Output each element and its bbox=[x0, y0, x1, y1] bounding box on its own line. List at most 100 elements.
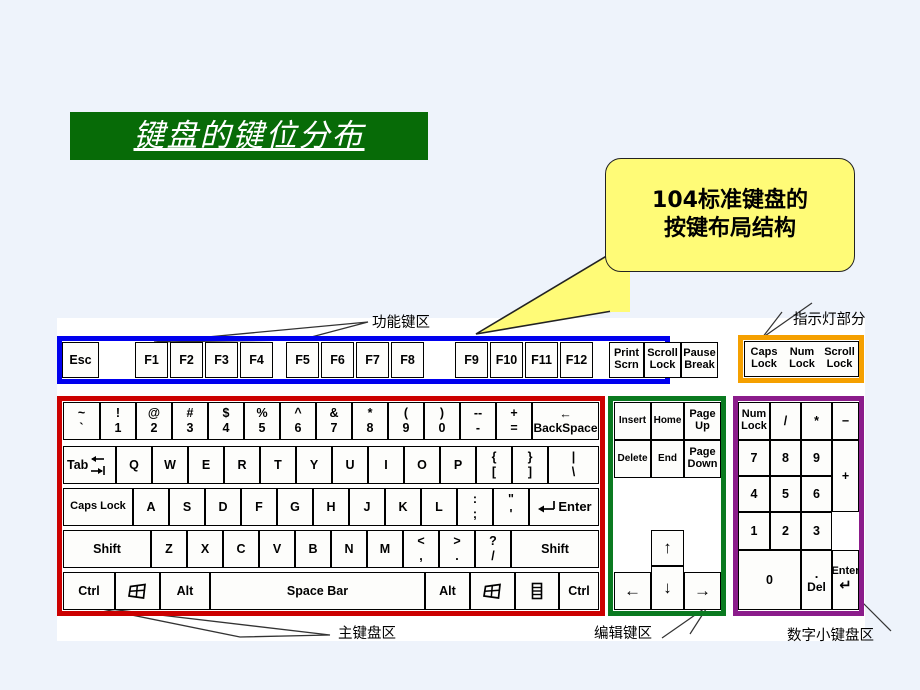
key-numpad-6[interactable]: 6 bbox=[801, 476, 832, 512]
key-o[interactable]: O bbox=[404, 446, 440, 484]
key-ctrl-left[interactable]: Ctrl bbox=[63, 572, 115, 610]
key-x[interactable]: X bbox=[187, 530, 223, 568]
key-f11[interactable]: F11 bbox=[525, 342, 558, 378]
key-numpad-1[interactable]: 1 bbox=[738, 512, 770, 550]
key-windows-left[interactable] bbox=[115, 572, 160, 610]
key-numpad-minus[interactable]: − bbox=[832, 402, 859, 440]
key-2[interactable]: @ 2 bbox=[136, 402, 172, 440]
key-e[interactable]: E bbox=[188, 446, 224, 484]
key-q[interactable]: Q bbox=[116, 446, 152, 484]
key-alt-left[interactable]: Alt bbox=[160, 572, 210, 610]
key-a[interactable]: A bbox=[133, 488, 169, 526]
key-numpad-2[interactable]: 2 bbox=[770, 512, 801, 550]
key-esc[interactable]: Esc bbox=[62, 342, 99, 378]
key-slash[interactable]: ? / bbox=[475, 530, 511, 568]
key-b[interactable]: B bbox=[295, 530, 331, 568]
key-ctrl-right[interactable]: Ctrl bbox=[559, 572, 599, 610]
key-end[interactable]: End bbox=[651, 440, 684, 478]
key-j[interactable]: J bbox=[349, 488, 385, 526]
key-period[interactable]: > . bbox=[439, 530, 475, 568]
key-f5[interactable]: F5 bbox=[286, 342, 319, 378]
key-arrow-right[interactable]: → bbox=[684, 572, 721, 610]
key-g[interactable]: G bbox=[277, 488, 313, 526]
key-s[interactable]: S bbox=[169, 488, 205, 526]
key-k[interactable]: K bbox=[385, 488, 421, 526]
key-f6[interactable]: F6 bbox=[321, 342, 354, 378]
key-menu[interactable] bbox=[515, 572, 559, 610]
key-numpad-0[interactable]: 0 bbox=[738, 550, 801, 610]
key-windows-right[interactable] bbox=[470, 572, 515, 610]
key-backslash[interactable]: | \ bbox=[548, 446, 599, 484]
key-6[interactable]: ^ 6 bbox=[280, 402, 316, 440]
key-8[interactable]: * 8 bbox=[352, 402, 388, 440]
key-arrow-down[interactable]: ↓ bbox=[651, 566, 684, 610]
key-h[interactable]: H bbox=[313, 488, 349, 526]
key-f7[interactable]: F7 bbox=[356, 342, 389, 378]
key-caps-lock[interactable]: Caps Lock bbox=[63, 488, 133, 526]
key-4[interactable]: $ 4 bbox=[208, 402, 244, 440]
key-quote[interactable]: " ' bbox=[493, 488, 529, 526]
key-numpad-7[interactable]: 7 bbox=[738, 440, 770, 476]
key-y[interactable]: Y bbox=[296, 446, 332, 484]
key-numpad-9[interactable]: 9 bbox=[801, 440, 832, 476]
key-5[interactable]: % 5 bbox=[244, 402, 280, 440]
key-semicolon[interactable]: : ; bbox=[457, 488, 493, 526]
key-l[interactable]: L bbox=[421, 488, 457, 526]
key-insert[interactable]: Insert bbox=[614, 402, 651, 440]
key-scroll-lock[interactable]: Scroll Lock bbox=[644, 342, 681, 378]
key-arrow-up[interactable]: ↑ bbox=[651, 530, 684, 566]
key-f[interactable]: F bbox=[241, 488, 277, 526]
key-page-down[interactable]: Page Down bbox=[684, 440, 721, 478]
key-numpad-del[interactable]: . Del bbox=[801, 550, 832, 610]
key-comma[interactable]: < , bbox=[403, 530, 439, 568]
key-minus[interactable]: -- - bbox=[460, 402, 496, 440]
key-c[interactable]: C bbox=[223, 530, 259, 568]
key-p[interactable]: P bbox=[440, 446, 476, 484]
key-numpad-4[interactable]: 4 bbox=[738, 476, 770, 512]
key-shift-right[interactable]: Shift bbox=[511, 530, 599, 568]
key-tab[interactable]: Tab bbox=[63, 446, 116, 484]
key-right-bracket[interactable]: } ] bbox=[512, 446, 548, 484]
key-d[interactable]: D bbox=[205, 488, 241, 526]
key-numpad-enter[interactable]: Enter ↵ bbox=[832, 550, 859, 610]
key-print-screen[interactable]: Print Scrn bbox=[609, 342, 644, 378]
key-numpad-8[interactable]: 8 bbox=[770, 440, 801, 476]
key-3[interactable]: # 3 bbox=[172, 402, 208, 440]
key-left-bracket[interactable]: { [ bbox=[476, 446, 512, 484]
key-home[interactable]: Home bbox=[651, 402, 684, 440]
key-backquote[interactable]: ~ ` bbox=[63, 402, 100, 440]
key-equals[interactable]: + = bbox=[496, 402, 532, 440]
key-shift-left[interactable]: Shift bbox=[63, 530, 151, 568]
key-f9[interactable]: F9 bbox=[455, 342, 488, 378]
key-f8[interactable]: F8 bbox=[391, 342, 424, 378]
key-9[interactable]: ( 9 bbox=[388, 402, 424, 440]
key-numpad-5[interactable]: 5 bbox=[770, 476, 801, 512]
key-0[interactable]: ) 0 bbox=[424, 402, 460, 440]
key-i[interactable]: I bbox=[368, 446, 404, 484]
key-u[interactable]: U bbox=[332, 446, 368, 484]
key-f1[interactable]: F1 bbox=[135, 342, 168, 378]
key-r[interactable]: R bbox=[224, 446, 260, 484]
key-f2[interactable]: F2 bbox=[170, 342, 203, 378]
key-page-up[interactable]: Page Up bbox=[684, 402, 721, 440]
key-enter[interactable]: Enter bbox=[529, 488, 599, 526]
key-space-bar[interactable]: Space Bar bbox=[210, 572, 425, 610]
key-f12[interactable]: F12 bbox=[560, 342, 593, 378]
key-7[interactable]: & 7 bbox=[316, 402, 352, 440]
key-numpad-3[interactable]: 3 bbox=[801, 512, 832, 550]
key-num-lock[interactable]: Num Lock bbox=[738, 402, 770, 440]
key-numpad-multiply[interactable]: * bbox=[801, 402, 832, 440]
key-numpad-divide[interactable]: / bbox=[770, 402, 801, 440]
key-z[interactable]: Z bbox=[151, 530, 187, 568]
key-n[interactable]: N bbox=[331, 530, 367, 568]
key-v[interactable]: V bbox=[259, 530, 295, 568]
key-backspace[interactable]: ← BackSpace bbox=[532, 402, 599, 440]
key-t[interactable]: T bbox=[260, 446, 296, 484]
key-w[interactable]: W bbox=[152, 446, 188, 484]
key-1[interactable]: ! 1 bbox=[100, 402, 136, 440]
key-f4[interactable]: F4 bbox=[240, 342, 273, 378]
key-f3[interactable]: F3 bbox=[205, 342, 238, 378]
key-pause-break[interactable]: Pause Break bbox=[681, 342, 718, 378]
key-numpad-plus[interactable]: + bbox=[832, 440, 859, 512]
key-delete[interactable]: Delete bbox=[614, 440, 651, 478]
